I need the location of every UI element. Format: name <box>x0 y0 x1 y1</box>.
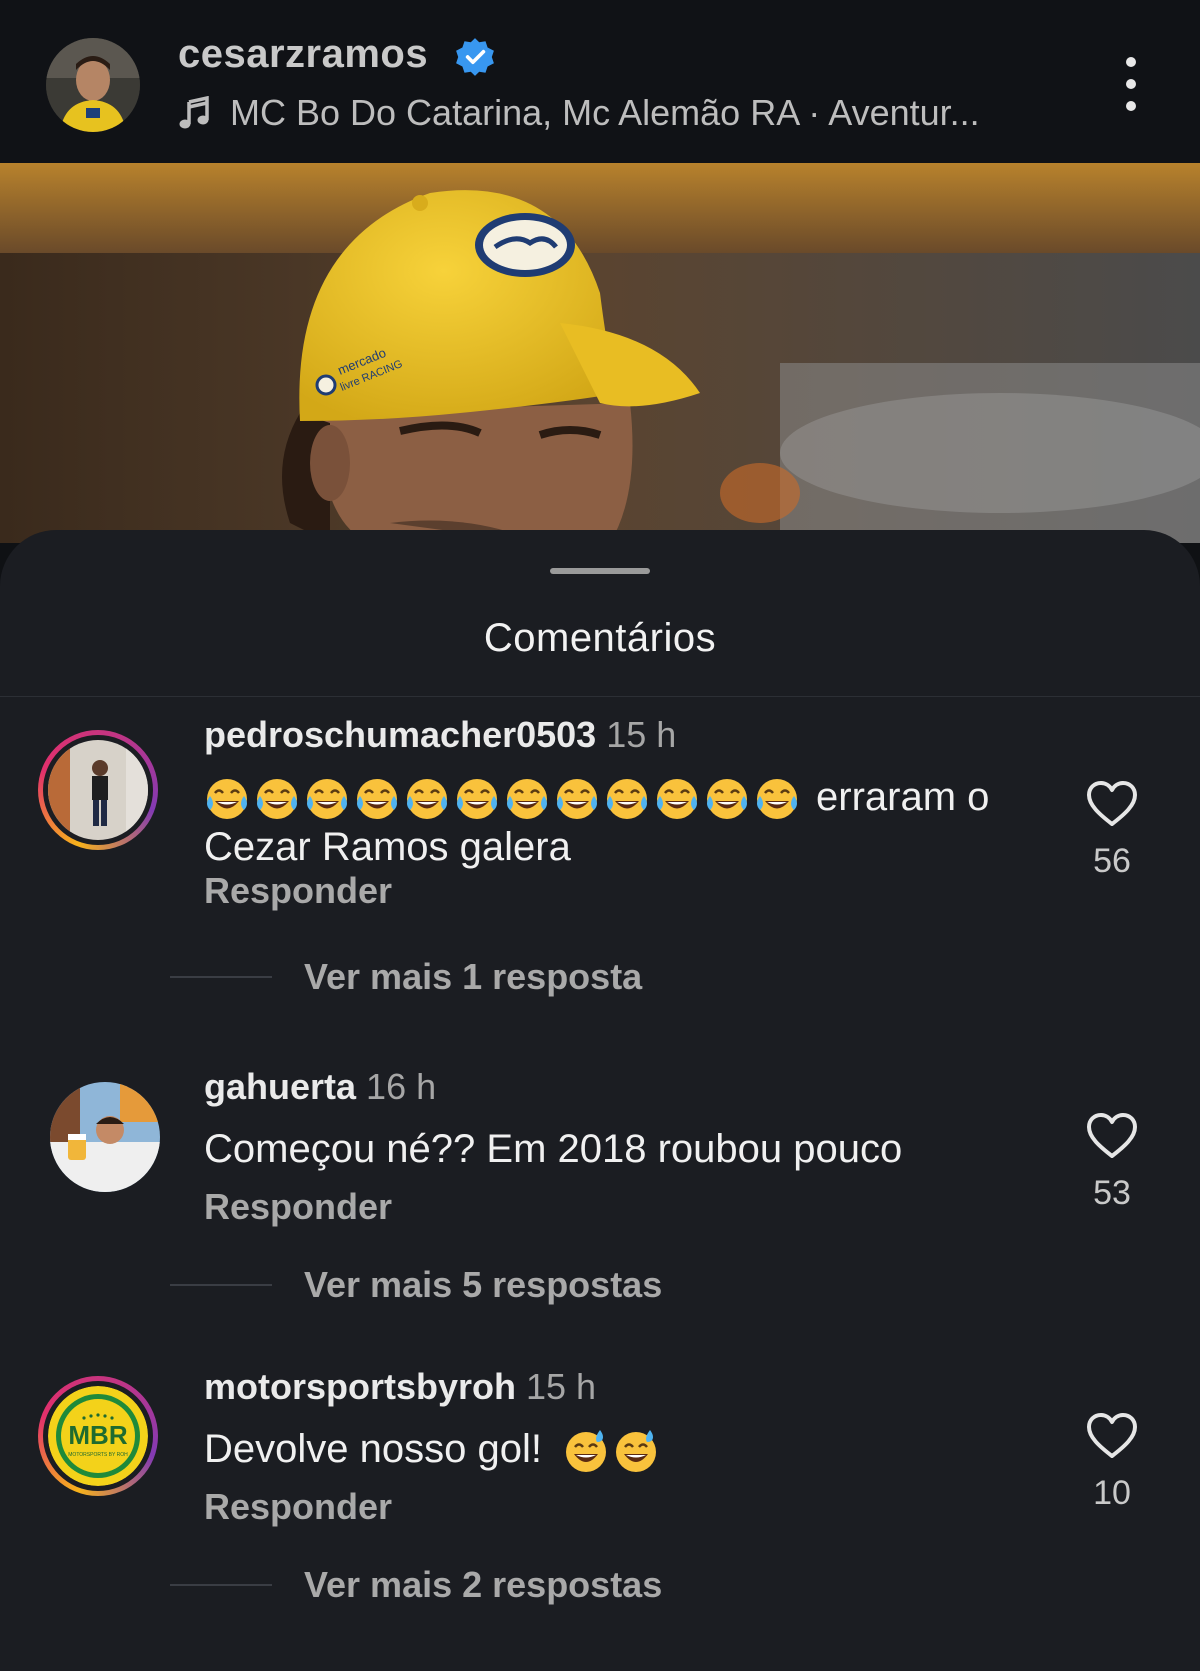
view-more-replies[interactable]: Ver mais 2 respostas <box>170 1564 662 1606</box>
comment-item: gahuerta 16 h Começou né?? Em 2018 roubou… <box>0 1066 1200 1342</box>
emoji-row <box>204 776 804 822</box>
reply-button[interactable]: Responder <box>204 870 392 912</box>
music-note-icon <box>179 96 209 129</box>
like-count: 56 <box>1093 842 1131 880</box>
comments-sheet: Comentários pedroschumacher0503 15 h erra… <box>0 530 1200 1671</box>
like-count: 53 <box>1093 1174 1131 1212</box>
post-header: cesarzramos MC Bo Do Catarina, Mc Alemão… <box>0 0 1200 163</box>
comment-header: gahuerta 16 h <box>204 1066 436 1108</box>
face-with-tears-of-joy-icon <box>307 779 347 820</box>
comment-text: erraram o Cezar Ramos galera <box>204 772 1034 872</box>
avatar-photo <box>48 740 148 840</box>
comment-item: pedroschumacher0503 15 h erraram o Cezar … <box>0 714 1200 1030</box>
view-more-label: Ver mais 2 respostas <box>304 1564 663 1605</box>
face-with-tears-of-joy-icon <box>657 779 697 820</box>
comment-username[interactable]: motorsportsbyroh <box>204 1366 516 1407</box>
reply-button[interactable]: Responder <box>204 1486 392 1528</box>
divider <box>170 1584 272 1586</box>
face-with-tears-of-joy-icon <box>257 779 297 820</box>
reply-button[interactable]: Responder <box>204 1186 392 1228</box>
grinning-face-with-sweat-icon <box>616 1430 657 1473</box>
divider <box>0 696 1200 697</box>
face-with-tears-of-joy-icon <box>607 779 647 820</box>
author-avatar[interactable] <box>46 38 140 132</box>
comment-text: Devolve nosso gol! <box>204 1424 1034 1474</box>
avatar-photo <box>50 1082 160 1192</box>
sheet-title: Comentários <box>483 616 717 660</box>
comment-username[interactable]: pedroschumacher0503 <box>204 714 596 755</box>
face-with-tears-of-joy-icon <box>407 779 447 820</box>
music-attribution[interactable]: MC Bo Do Catarina, Mc Alemão RA · Aventu… <box>178 92 980 134</box>
like-button[interactable]: 56 <box>1080 780 1144 881</box>
comment-time: 15 h <box>526 1366 597 1407</box>
music-text: MC Bo Do Catarina, Mc Alemão RA · Aventu… <box>230 92 980 133</box>
view-more-replies[interactable]: Ver mais 5 respostas <box>170 1264 662 1306</box>
mbr-logo-subtext: MOTORSPORTS BY ROH <box>68 1452 128 1458</box>
sheet-drag-handle[interactable] <box>550 568 650 574</box>
face-with-tears-of-joy-icon <box>357 779 397 820</box>
like-button[interactable]: 53 <box>1080 1112 1144 1213</box>
post-photo: mercado livre RACING <box>0 163 1200 543</box>
commenter-avatar[interactable]: MBR MOTORSPORTS BY ROH <box>38 1376 158 1496</box>
divider <box>170 1284 272 1286</box>
comment-header: motorsportsbyroh 15 h <box>204 1366 596 1408</box>
commenter-avatar[interactable] <box>50 1082 160 1192</box>
heart-icon <box>1087 1413 1137 1458</box>
commenter-avatar[interactable] <box>38 730 158 850</box>
heart-icon <box>1087 781 1137 826</box>
comment-username[interactable]: gahuerta <box>204 1066 356 1107</box>
like-count: 10 <box>1093 1474 1131 1512</box>
face-with-tears-of-joy-icon <box>707 779 747 820</box>
face-with-tears-of-joy-icon <box>207 779 247 820</box>
comment-time: 15 h <box>606 714 677 755</box>
heart-icon <box>1087 1113 1137 1158</box>
more-options-icon[interactable] <box>1116 54 1146 114</box>
face-with-tears-of-joy-icon <box>507 779 547 820</box>
face-with-tears-of-joy-icon <box>557 779 597 820</box>
view-more-label: Ver mais 1 resposta <box>304 956 643 997</box>
view-more-label: Ver mais 5 respostas <box>304 1264 663 1305</box>
mbr-logo-text: MBR <box>68 1420 127 1450</box>
emoji-row <box>563 1428 663 1474</box>
face-with-tears-of-joy-icon <box>457 779 497 820</box>
mbr-logo: MBR MOTORSPORTS BY ROH <box>48 1386 148 1486</box>
comment-header: pedroschumacher0503 15 h <box>204 714 676 756</box>
comment-item: MBR MOTORSPORTS BY ROH motorsportsbyroh 1… <box>0 1366 1200 1642</box>
like-button[interactable]: 10 <box>1080 1412 1144 1513</box>
view-more-replies[interactable]: Ver mais 1 resposta <box>170 956 642 998</box>
comment-body: Começou né?? Em 2018 roubou pouco <box>204 1127 903 1171</box>
comment-time: 16 h <box>366 1066 437 1107</box>
grinning-face-with-sweat-icon <box>566 1430 607 1473</box>
verified-badge-icon <box>456 38 494 76</box>
divider <box>170 976 272 978</box>
comment-body: Devolve nosso gol! <box>204 1427 542 1471</box>
author-username[interactable]: cesarzramos <box>178 32 428 77</box>
face-with-tears-of-joy-icon <box>757 779 797 820</box>
